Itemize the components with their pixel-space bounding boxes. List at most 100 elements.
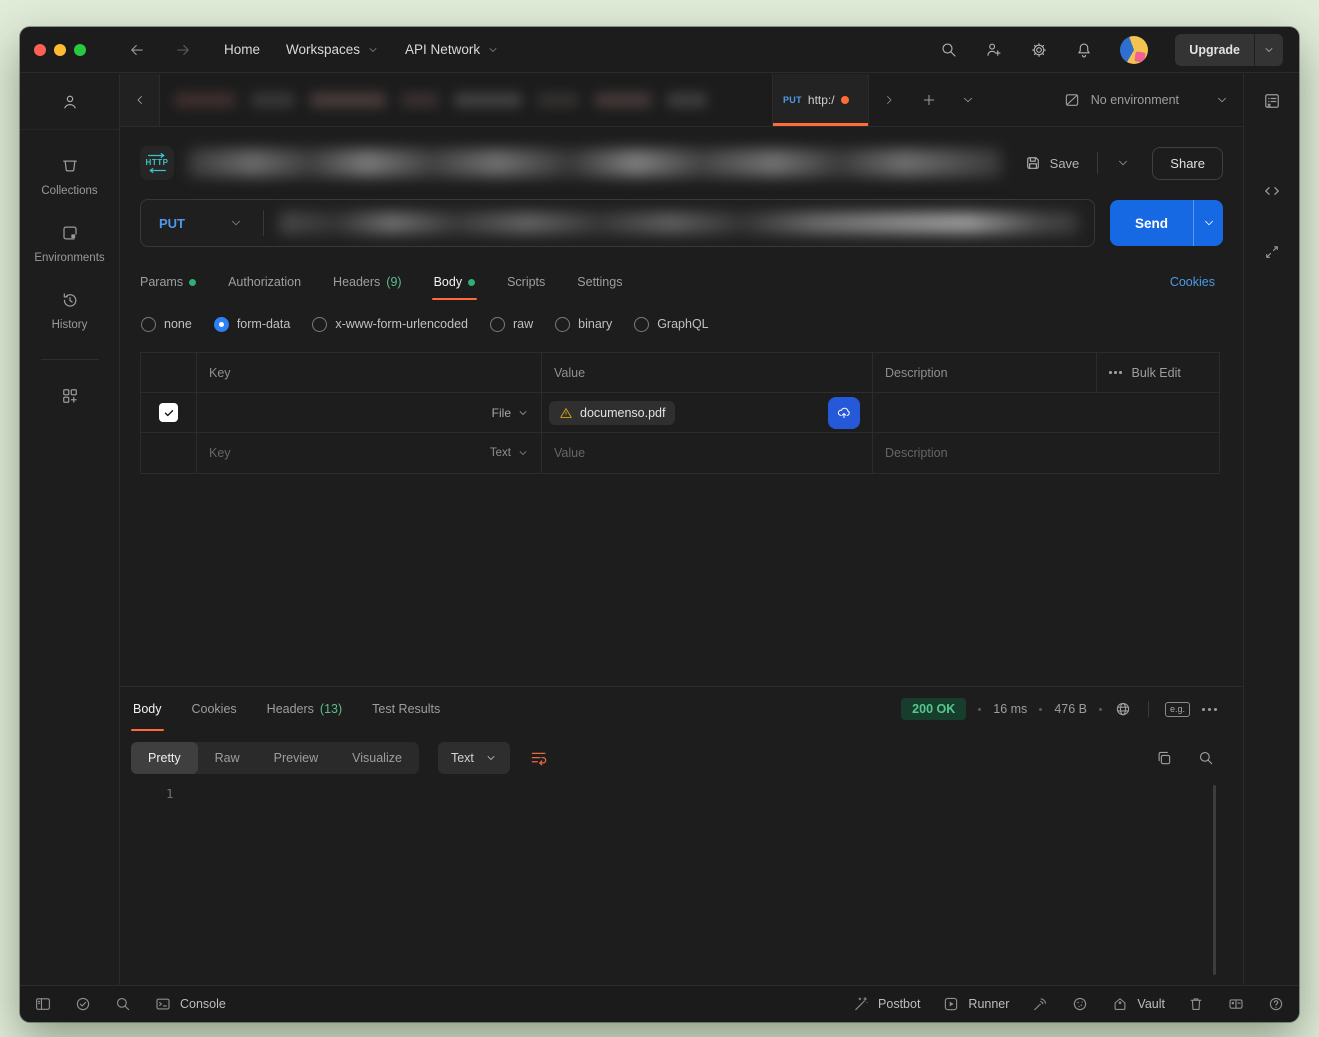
status-badge[interactable]: 200 OK: [901, 698, 966, 720]
expand-icon[interactable]: [1263, 243, 1281, 261]
response-tab-test-results[interactable]: Test Results: [372, 687, 440, 731]
description-cell[interactable]: Description: [873, 433, 1220, 473]
cookies-link[interactable]: Cookies: [1170, 275, 1215, 289]
upgrade-chevron-icon[interactable]: [1254, 34, 1283, 66]
radio-selected-icon[interactable]: [214, 317, 229, 332]
send-label[interactable]: Send: [1110, 200, 1193, 246]
back-icon[interactable]: [128, 41, 146, 59]
request-url-redacted[interactable]: [280, 212, 1078, 234]
search-response-icon[interactable]: [1197, 749, 1215, 767]
value-cell[interactable]: Value: [542, 433, 873, 473]
code-snippet-icon[interactable]: [1262, 181, 1282, 201]
upgrade-button[interactable]: Upgrade: [1175, 34, 1283, 66]
method-chevron-icon[interactable]: [229, 216, 243, 230]
share-button[interactable]: Share: [1152, 147, 1223, 180]
upload-file-button[interactable]: [828, 397, 860, 429]
response-tab-body[interactable]: Body: [133, 687, 162, 731]
bulk-edit-link[interactable]: Bulk Edit: [1132, 366, 1181, 380]
search-icon[interactable]: [940, 41, 958, 59]
response-scrollbar[interactable]: [1213, 785, 1216, 975]
row-checkbox-cell[interactable]: [141, 433, 197, 473]
key-cell[interactable]: Key Text: [197, 433, 542, 473]
sidebar-toggle-icon[interactable]: [34, 995, 52, 1013]
tab-options-chevron-icon[interactable]: [949, 74, 987, 126]
console-button[interactable]: Console: [154, 995, 226, 1013]
close-window-button[interactable]: [34, 44, 46, 56]
home-menu-item[interactable]: Home: [224, 42, 260, 57]
request-name-redacted[interactable]: [188, 149, 1002, 177]
mode-form-data[interactable]: form-data: [214, 317, 291, 332]
key-cell[interactable]: File: [197, 393, 542, 433]
tab-params[interactable]: Params: [140, 264, 196, 300]
postbot-button[interactable]: Postbot: [852, 995, 920, 1013]
environment-selector[interactable]: No environment: [1063, 74, 1243, 126]
response-tab-cookies[interactable]: Cookies: [192, 687, 237, 731]
scroll-tabs-right-icon[interactable]: [869, 74, 909, 126]
type-select-file[interactable]: File: [492, 406, 529, 420]
save-as-example-icon[interactable]: e.g.: [1165, 702, 1190, 717]
view-visualize[interactable]: Visualize: [335, 742, 419, 774]
view-preview[interactable]: Preview: [257, 742, 335, 774]
type-select-text[interactable]: Text: [490, 447, 529, 459]
response-size[interactable]: 476 B: [1054, 702, 1087, 716]
save-options-chevron-icon[interactable]: [1116, 156, 1130, 170]
copy-response-icon[interactable]: [1155, 749, 1173, 767]
invite-user-icon[interactable]: [985, 41, 1003, 59]
radio-icon[interactable]: [312, 317, 327, 332]
description-cell[interactable]: [873, 393, 1220, 433]
minimize-window-button[interactable]: [54, 44, 66, 56]
environment-quicklook-icon[interactable]: [1262, 91, 1282, 111]
mode-none[interactable]: none: [141, 317, 192, 332]
notifications-bell-icon[interactable]: [1075, 41, 1093, 59]
sidebar-item-collections[interactable]: Collections: [41, 156, 97, 197]
find-icon[interactable]: [114, 995, 132, 1013]
active-request-tab[interactable]: PUT http:/: [772, 74, 869, 126]
forward-icon[interactable]: [174, 41, 192, 59]
response-more-options-icon[interactable]: [1202, 708, 1217, 711]
row-checkbox-checked[interactable]: [159, 403, 178, 422]
radio-icon[interactable]: [555, 317, 570, 332]
tab-body[interactable]: Body: [434, 264, 476, 300]
sidebar-item-environments[interactable]: Environments: [34, 223, 104, 264]
redacted-tabs[interactable]: [160, 74, 772, 126]
tab-authorization[interactable]: Authorization: [228, 264, 301, 300]
add-module-icon[interactable]: [60, 386, 80, 406]
user-avatar[interactable]: [1120, 36, 1148, 64]
view-raw[interactable]: Raw: [198, 742, 257, 774]
value-cell[interactable]: documenso.pdf: [542, 393, 873, 433]
sidebar-item-history[interactable]: History: [52, 290, 88, 331]
sidebar-user-icon[interactable]: [20, 74, 119, 130]
radio-icon[interactable]: [490, 317, 505, 332]
send-options-chevron-icon[interactable]: [1193, 200, 1223, 246]
send-button[interactable]: Send: [1110, 200, 1223, 246]
selected-file-chip[interactable]: documenso.pdf: [549, 401, 675, 425]
format-select[interactable]: Text: [438, 742, 510, 774]
runner-button[interactable]: Runner: [942, 995, 1009, 1013]
response-time[interactable]: 16 ms: [993, 702, 1027, 716]
workspaces-menu-item[interactable]: Workspaces: [286, 42, 379, 57]
cookies-icon[interactable]: [1071, 995, 1089, 1013]
radio-icon[interactable]: [634, 317, 649, 332]
capture-requests-icon[interactable]: [1031, 995, 1049, 1013]
network-globe-icon[interactable]: [1114, 700, 1132, 718]
save-button[interactable]: Save: [1024, 154, 1080, 172]
upgrade-label[interactable]: Upgrade: [1175, 34, 1254, 66]
radio-icon[interactable]: [141, 317, 156, 332]
mode-graphql[interactable]: GraphQL: [634, 317, 708, 332]
scroll-tabs-left-icon[interactable]: [120, 74, 160, 126]
wrap-lines-icon[interactable]: [529, 748, 549, 768]
mode-binary[interactable]: binary: [555, 317, 612, 332]
more-actions-icon[interactable]: [1109, 371, 1122, 374]
response-tab-headers[interactable]: Headers (13): [267, 687, 342, 731]
settings-gear-icon[interactable]: [1030, 41, 1048, 59]
mode-x-www-form-urlencoded[interactable]: x-www-form-urlencoded: [312, 317, 468, 332]
help-icon[interactable]: [1267, 995, 1285, 1013]
two-pane-layout-icon[interactable]: [1227, 995, 1245, 1013]
mode-raw[interactable]: raw: [490, 317, 533, 332]
tab-settings[interactable]: Settings: [577, 264, 622, 300]
new-tab-icon[interactable]: [909, 74, 949, 126]
tab-headers[interactable]: Headers (9): [333, 264, 402, 300]
api-network-menu-item[interactable]: API Network: [405, 42, 499, 57]
maximize-window-button[interactable]: [74, 44, 86, 56]
vault-button[interactable]: Vault: [1111, 995, 1165, 1013]
